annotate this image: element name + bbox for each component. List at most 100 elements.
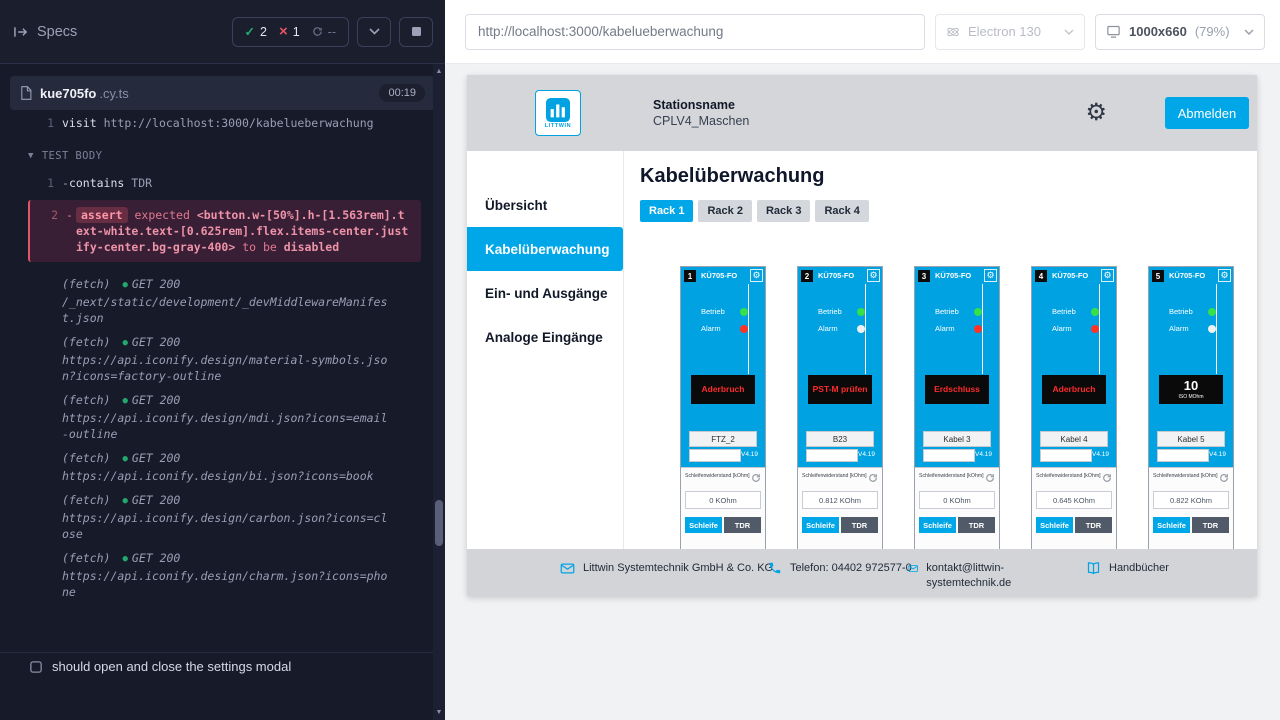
viewport-select[interactable]: 1000x660 (79%) bbox=[1095, 14, 1265, 50]
device-card-2: 2 KÜ705-FO ⚙ Betrieb Alarm PST-M prüfen … bbox=[797, 266, 883, 549]
collapse-chevron-button[interactable] bbox=[357, 17, 391, 47]
failed-stat: ×1 bbox=[279, 24, 300, 39]
fetch-log-entry[interactable]: (fetch)●GET 200 https://api.iconify.desi… bbox=[0, 488, 433, 546]
next-test-row[interactable]: should open and close the settings modal bbox=[0, 652, 433, 680]
pending-refresh-icon bbox=[312, 26, 323, 37]
status-display: Aderbruch bbox=[691, 375, 755, 404]
fetch-log-entry[interactable]: (fetch)●GET 200 https://api.iconify.desi… bbox=[0, 330, 433, 388]
failed-assert-command[interactable]: 2 - assert expected <button.w-[50%].h-[1… bbox=[28, 200, 421, 262]
refresh-icon[interactable] bbox=[751, 473, 761, 483]
tdr-button[interactable]: TDR bbox=[841, 517, 878, 533]
footer-manuals-link[interactable]: Handbücher bbox=[1086, 561, 1169, 576]
device-card-4: 4 KÜ705-FO ⚙ Betrieb Alarm Aderbruch Kab… bbox=[1031, 266, 1117, 549]
betrieb-indicator: Betrieb bbox=[701, 307, 748, 316]
tdr-button[interactable]: TDR bbox=[1192, 517, 1229, 533]
scroll-down-icon[interactable]: ▼ bbox=[433, 709, 445, 716]
test-stats: ✓2 ×1 -- bbox=[232, 17, 349, 47]
alarm-indicator: Alarm bbox=[935, 324, 982, 333]
test-body-section[interactable]: ▼ TEST BODY bbox=[0, 136, 433, 170]
scrollbar-thumb[interactable] bbox=[435, 500, 443, 546]
alarm-led bbox=[740, 325, 748, 333]
visit-command[interactable]: 1visit http://localhost:3000/kabelueberw… bbox=[0, 110, 433, 136]
browser-select[interactable]: Electron 130 bbox=[935, 14, 1085, 50]
spec-header[interactable]: kue705fo.cy.ts 00:19 bbox=[10, 76, 435, 110]
card-settings-icon[interactable]: ⚙ bbox=[984, 269, 997, 282]
app-footer: Littwin Systemtechnik GmbH & Co. KG Tele… bbox=[467, 549, 1257, 596]
cable-name-field[interactable]: Kabel 3 bbox=[923, 431, 991, 447]
electron-icon bbox=[946, 25, 960, 39]
logout-button[interactable]: Abmelden bbox=[1165, 97, 1249, 129]
secondary-field[interactable] bbox=[1040, 449, 1092, 462]
fetch-log-entry[interactable]: (fetch)●GET 200 /_next/static/developmen… bbox=[0, 272, 433, 330]
viewport-zoom: (79%) bbox=[1195, 24, 1230, 39]
nav-item-uebersicht[interactable]: Übersicht bbox=[467, 183, 623, 227]
card-settings-icon[interactable]: ⚙ bbox=[750, 269, 763, 282]
url-input[interactable]: http://localhost:3000/kabelueberwachung bbox=[465, 14, 925, 50]
footer-phone: Telefon: 04402 972577-0 bbox=[768, 561, 913, 576]
secondary-field[interactable] bbox=[923, 449, 975, 462]
tab-rack-2[interactable]: Rack 2 bbox=[698, 200, 751, 222]
card-settings-icon[interactable]: ⚙ bbox=[1218, 269, 1231, 282]
chevron-down-icon bbox=[1064, 29, 1074, 35]
fetch-log-entry[interactable]: (fetch)●GET 200 https://api.iconify.desi… bbox=[0, 388, 433, 446]
card-settings-icon[interactable]: ⚙ bbox=[1101, 269, 1114, 282]
cable-name-field[interactable]: Kabel 5 bbox=[1157, 431, 1225, 447]
fetch-log-entry[interactable]: (fetch)●GET 200 https://api.iconify.desi… bbox=[0, 546, 433, 604]
card-number-badge: 1 bbox=[684, 270, 696, 282]
card-divider bbox=[1099, 284, 1100, 374]
card-divider bbox=[1216, 284, 1217, 374]
stop-icon bbox=[412, 27, 421, 36]
alarm-led bbox=[857, 325, 865, 333]
specs-label: Specs bbox=[37, 24, 77, 40]
stop-button[interactable] bbox=[399, 17, 433, 47]
browser-bar: http://localhost:3000/kabelueberwachung … bbox=[445, 0, 1280, 64]
resistance-value: 0.645 KOhm bbox=[1036, 491, 1112, 509]
card-divider bbox=[865, 284, 866, 374]
tab-rack-3[interactable]: Rack 3 bbox=[757, 200, 810, 222]
status-display: Aderbruch bbox=[1042, 375, 1106, 404]
specs-menu[interactable]: Specs bbox=[14, 24, 77, 40]
card-number-badge: 3 bbox=[918, 270, 930, 282]
firmware-version: V4.19 bbox=[741, 451, 758, 458]
tdr-button[interactable]: TDR bbox=[1075, 517, 1112, 533]
refresh-icon[interactable] bbox=[1219, 473, 1229, 483]
schleife-button[interactable]: Schleife bbox=[1153, 517, 1190, 533]
refresh-icon[interactable] bbox=[1102, 473, 1112, 483]
footer-email: kontakt@littwin-systemtechnik.de bbox=[908, 561, 1038, 591]
secondary-field[interactable] bbox=[689, 449, 741, 462]
success-dot-icon: ● bbox=[122, 396, 127, 406]
cable-name-field[interactable]: B23 bbox=[806, 431, 874, 447]
tdr-button[interactable]: TDR bbox=[958, 517, 995, 533]
scroll-up-icon[interactable]: ▲ bbox=[433, 68, 445, 75]
firmware-version: V4.19 bbox=[975, 451, 992, 458]
secondary-field[interactable] bbox=[806, 449, 858, 462]
resistance-value: 0.822 KOhm bbox=[1153, 491, 1229, 509]
alarm-led bbox=[974, 325, 982, 333]
device-card-5: 5 KÜ705-FO ⚙ Betrieb Alarm 10ISO MOhm Ka… bbox=[1148, 266, 1234, 549]
contains-command[interactable]: 1-contains TDR bbox=[0, 170, 433, 196]
schleife-button[interactable]: Schleife bbox=[1036, 517, 1073, 533]
page-title: Kabelüberwachung bbox=[640, 165, 1257, 188]
nav-item-analoge-eingaenge[interactable]: Analoge Eingänge bbox=[467, 315, 623, 359]
cable-name-field[interactable]: Kabel 4 bbox=[1040, 431, 1108, 447]
success-dot-icon: ● bbox=[122, 496, 127, 506]
card-settings-icon[interactable]: ⚙ bbox=[867, 269, 880, 282]
refresh-icon[interactable] bbox=[985, 473, 995, 483]
card-number-badge: 4 bbox=[1035, 270, 1047, 282]
fetch-log-entry[interactable]: (fetch)●GET 200 https://api.iconify.desi… bbox=[0, 446, 433, 488]
tab-rack-1[interactable]: Rack 1 bbox=[640, 200, 693, 222]
settings-gear-icon[interactable]: ⚙ bbox=[1085, 101, 1107, 125]
nav-item-ein-und-ausgaenge[interactable]: Ein- und Ausgänge bbox=[467, 271, 623, 315]
refresh-icon[interactable] bbox=[868, 473, 878, 483]
schleife-button[interactable]: Schleife bbox=[802, 517, 839, 533]
resistance-label: Schleifenwiderstand [kOhm] bbox=[1036, 473, 1101, 479]
cable-name-field[interactable]: FTZ_2 bbox=[689, 431, 757, 447]
secondary-field[interactable] bbox=[1157, 449, 1209, 462]
littwin-logo: LITTWIN bbox=[535, 90, 581, 136]
nav-item-kabelueberwachung[interactable]: Kabelüberwachung bbox=[467, 227, 623, 271]
schleife-button[interactable]: Schleife bbox=[919, 517, 956, 533]
tab-rack-4[interactable]: Rack 4 bbox=[815, 200, 868, 222]
tdr-button[interactable]: TDR bbox=[724, 517, 761, 533]
schleife-button[interactable]: Schleife bbox=[685, 517, 722, 533]
reporter-scrollbar[interactable]: ▲ ▼ bbox=[433, 64, 445, 720]
